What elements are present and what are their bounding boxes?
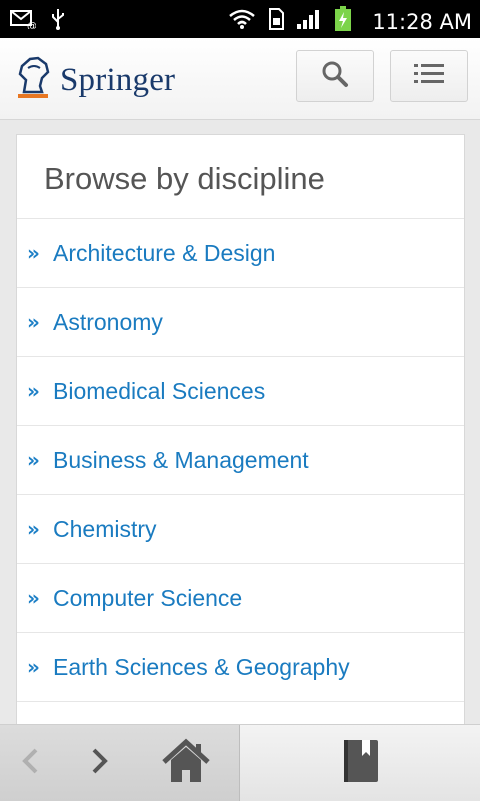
home-icon (161, 738, 211, 789)
bookmark-icon (342, 738, 382, 789)
browse-discipline-card: Browse by discipline » Architecture & De… (16, 134, 465, 734)
sim-icon (268, 8, 285, 35)
wifi-icon (228, 8, 256, 35)
springer-logo[interactable]: Springer (16, 56, 175, 105)
forward-button[interactable] (82, 741, 118, 785)
back-button[interactable] (12, 741, 48, 785)
browser-bottom-bar (0, 724, 480, 801)
menu-icon (414, 62, 444, 91)
discipline-label: Biomedical Sciences (53, 377, 266, 404)
battery-charging-icon (334, 6, 352, 37)
discipline-item-computer-science[interactable]: » Computer Science (17, 564, 464, 633)
browser-bookmark-group (240, 725, 480, 801)
chevron-right-icon: » (27, 586, 40, 610)
discipline-item-architecture-design[interactable]: » Architecture & Design (17, 219, 464, 288)
discipline-label: Earth Sciences & Geography (53, 653, 350, 680)
logo-text: Springer (60, 62, 176, 98)
discipline-label: Business & Management (53, 446, 309, 473)
discipline-label: Architecture & Design (53, 239, 276, 266)
chevron-right-icon: » (27, 379, 40, 403)
forward-icon (90, 747, 110, 780)
chevron-right-icon: » (27, 517, 40, 541)
email-notification-icon: @ (10, 9, 37, 34)
discipline-label: Computer Science (53, 584, 243, 611)
browser-nav-group (0, 725, 240, 801)
bookmarks-button[interactable] (340, 739, 384, 785)
search-icon (321, 60, 349, 93)
signal-icon (296, 8, 322, 35)
home-button[interactable] (158, 738, 214, 785)
discipline-item-earth-sciences-geography[interactable]: » Earth Sciences & Geography (17, 633, 464, 702)
discipline-label: Astronomy (53, 308, 163, 335)
svg-text:@: @ (27, 21, 36, 29)
chevron-right-icon: » (27, 310, 40, 334)
discipline-item-astronomy[interactable]: » Astronomy (17, 288, 464, 357)
discipline-item-biomedical-sciences[interactable]: » Biomedical Sciences (17, 357, 464, 426)
chevron-right-icon: » (27, 655, 40, 679)
chevron-right-icon: » (27, 241, 40, 265)
clock: 11:28 AM (372, 9, 472, 34)
site-header: Springer (0, 38, 480, 120)
page-title: Browse by discipline (17, 135, 464, 219)
status-bar: @ 11:28 AM (0, 0, 480, 38)
discipline-label: Chemistry (53, 515, 157, 542)
menu-button[interactable] (390, 50, 468, 102)
back-icon (20, 747, 40, 780)
springer-knight-logo (16, 56, 52, 105)
usb-icon (50, 8, 66, 35)
chevron-right-icon: » (27, 448, 40, 472)
search-button[interactable] (296, 50, 374, 102)
discipline-item-chemistry[interactable]: » Chemistry (17, 495, 464, 564)
discipline-item-business-management[interactable]: » Business & Management (17, 426, 464, 495)
